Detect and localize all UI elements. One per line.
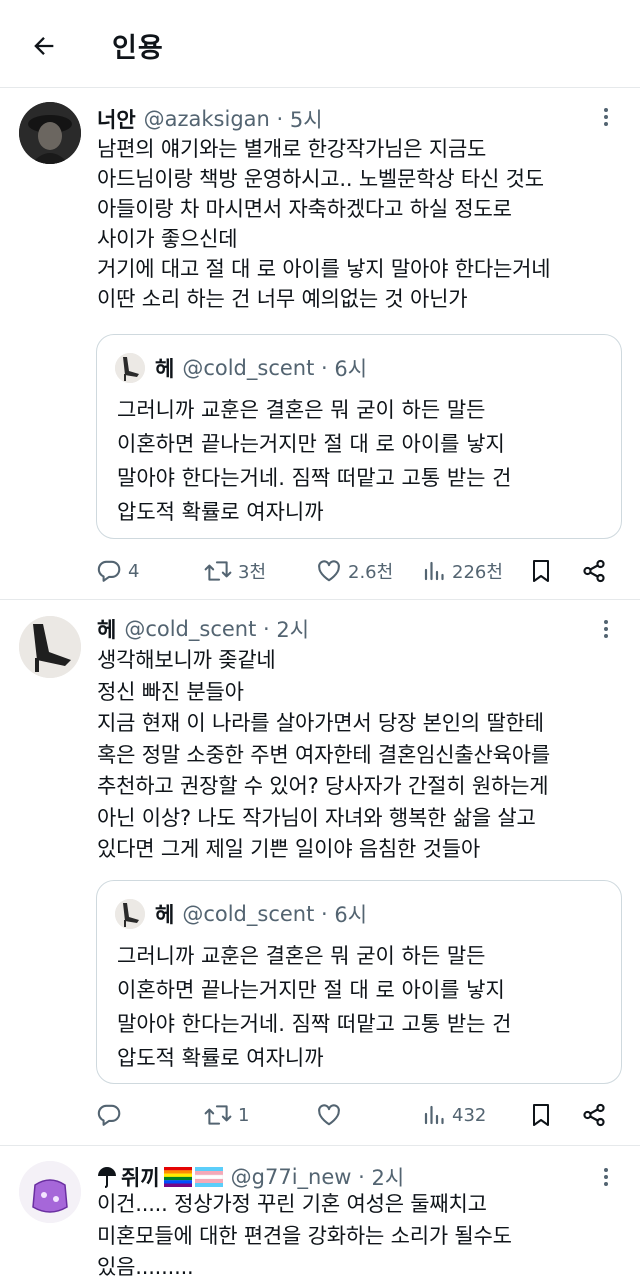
back-arrow-icon bbox=[34, 37, 54, 55]
display-name-text: 쥐끼 bbox=[121, 1166, 160, 1190]
views-count: 226천 bbox=[452, 562, 503, 583]
retweet-count: 1 bbox=[238, 1104, 250, 1126]
display-name[interactable]: 헤 bbox=[97, 614, 116, 644]
like-icon bbox=[318, 1104, 340, 1126]
more-button[interactable] bbox=[596, 105, 616, 129]
like-icon bbox=[318, 560, 340, 582]
views-button[interactable]: 226천 bbox=[422, 555, 503, 587]
avatar-image-icon bbox=[19, 102, 81, 164]
display-name[interactable]: 너안 bbox=[97, 104, 136, 134]
avatar-image-icon bbox=[19, 616, 81, 678]
separator-dot: · bbox=[351, 1165, 372, 1189]
like-count: 2.6천 bbox=[348, 562, 394, 583]
separator-dot: · bbox=[314, 356, 335, 380]
more-dots-icon bbox=[604, 620, 608, 638]
tweet[interactable]: 쥐끼 @g77i_new · 2시 이건..... 정상가정 꾸린 기혼 여성은… bbox=[0, 1147, 640, 1280]
trans-flag-icon bbox=[194, 1167, 223, 1187]
views-icon bbox=[424, 1105, 444, 1125]
separator-dot: · bbox=[256, 617, 277, 641]
tweet-text: 이건..... 정상가정 꾸린 기혼 여성은 둘째치고 미혼모들에 대한 편견을… bbox=[97, 1192, 512, 1279]
quote-handle: @cold_scent bbox=[182, 902, 315, 926]
quoted-tweet[interactable]: 헤 @cold_scent · 6시 그러니까 교훈은 결혼은 뭐 굳이 하든 … bbox=[96, 880, 622, 1084]
tweet-text: 남편의 얘기와는 별개로 한강작가님은 지금도 아드님이랑 책방 운영하시고..… bbox=[97, 137, 551, 311]
bookmark-button[interactable] bbox=[529, 1099, 553, 1131]
tweet[interactable]: 헤 @cold_scent · 2시 생각해보니까 좆같네 정신 빠진 분들아 … bbox=[0, 601, 640, 1146]
bookmark-button[interactable] bbox=[529, 555, 553, 587]
bookmark-icon bbox=[533, 560, 549, 582]
separator-dot: · bbox=[269, 107, 290, 131]
action-bar: 4 3천 2.6천 226천 bbox=[96, 555, 616, 587]
action-bar: 1 432 bbox=[96, 1099, 616, 1131]
timestamp[interactable]: 2시 bbox=[276, 614, 309, 644]
quote-display-name: 헤 bbox=[155, 357, 175, 381]
like-button[interactable] bbox=[316, 1099, 348, 1131]
more-dots-icon bbox=[604, 1168, 608, 1186]
quoted-tweet[interactable]: 헤 @cold_scent · 6시 그러니까 교훈은 결혼은 뭐 굳이 하든 … bbox=[96, 334, 622, 539]
more-dots-icon bbox=[604, 108, 608, 126]
share-button[interactable] bbox=[581, 555, 607, 587]
handle[interactable]: @g77i_new bbox=[231, 1165, 352, 1189]
display-name[interactable]: 쥐끼 bbox=[97, 1162, 223, 1192]
like-button[interactable]: 2.6천 bbox=[316, 555, 393, 587]
top-bar: 인용 bbox=[0, 0, 640, 88]
shoe-image-icon bbox=[115, 353, 145, 383]
views-icon bbox=[424, 561, 444, 581]
avatar[interactable] bbox=[19, 616, 81, 678]
reply-button[interactable] bbox=[96, 1099, 128, 1131]
tweet-text: 생각해보니까 좆같네 정신 빠진 분들아 지금 현재 이 나라를 살아가면서 당… bbox=[97, 648, 551, 861]
back-button[interactable] bbox=[26, 28, 62, 64]
reply-button[interactable]: 4 bbox=[96, 555, 139, 587]
timestamp[interactable]: 2시 bbox=[371, 1162, 404, 1192]
retweet-button[interactable]: 3천 bbox=[204, 555, 266, 587]
share-button[interactable] bbox=[581, 1099, 607, 1131]
more-button[interactable] bbox=[596, 1165, 616, 1189]
retweet-count: 3천 bbox=[238, 562, 267, 583]
quote-text: 그러니까 교훈은 결혼은 뭐 굳이 하든 말든 이혼하면 끝나는거지만 절 대 … bbox=[117, 944, 512, 1070]
reply-count: 4 bbox=[128, 560, 140, 582]
quote-avatar bbox=[115, 353, 145, 383]
rainbow-flag-icon bbox=[163, 1167, 192, 1187]
retweet-icon bbox=[204, 1105, 232, 1125]
avatar-image-icon bbox=[19, 1161, 81, 1223]
bookmark-icon bbox=[533, 1104, 549, 1126]
umbrella-icon bbox=[98, 1167, 116, 1188]
timestamp[interactable]: 5시 bbox=[290, 104, 323, 134]
avatar[interactable] bbox=[19, 1161, 81, 1223]
handle[interactable]: @azaksigan bbox=[144, 107, 270, 131]
avatar[interactable] bbox=[19, 102, 81, 164]
reply-icon bbox=[97, 560, 121, 582]
retweet-icon bbox=[204, 561, 232, 581]
share-icon bbox=[583, 1103, 605, 1127]
reply-icon bbox=[97, 1104, 121, 1126]
quote-text: 그러니까 교훈은 결혼은 뭐 굳이 하든 말든 이혼하면 끝나는거지만 절 대 … bbox=[117, 398, 512, 524]
retweet-button[interactable]: 1 bbox=[204, 1099, 249, 1131]
quote-timestamp: 6시 bbox=[334, 357, 368, 381]
handle[interactable]: @cold_scent bbox=[124, 617, 256, 641]
more-button[interactable] bbox=[596, 617, 616, 641]
quote-avatar bbox=[115, 899, 145, 929]
separator-dot: · bbox=[314, 902, 335, 926]
page-title: 인용 bbox=[112, 33, 164, 64]
quote-display-name: 헤 bbox=[155, 903, 175, 927]
views-count: 432 bbox=[452, 1104, 487, 1126]
quote-handle: @cold_scent bbox=[182, 356, 315, 380]
shoe-image-icon bbox=[115, 899, 145, 929]
quote-timestamp: 6시 bbox=[334, 903, 368, 927]
views-button[interactable]: 432 bbox=[422, 1099, 486, 1131]
tweet[interactable]: 너안 @azaksigan · 5시 남편의 얘기와는 별개로 한강작가님은 지… bbox=[0, 89, 640, 600]
share-icon bbox=[583, 559, 605, 583]
